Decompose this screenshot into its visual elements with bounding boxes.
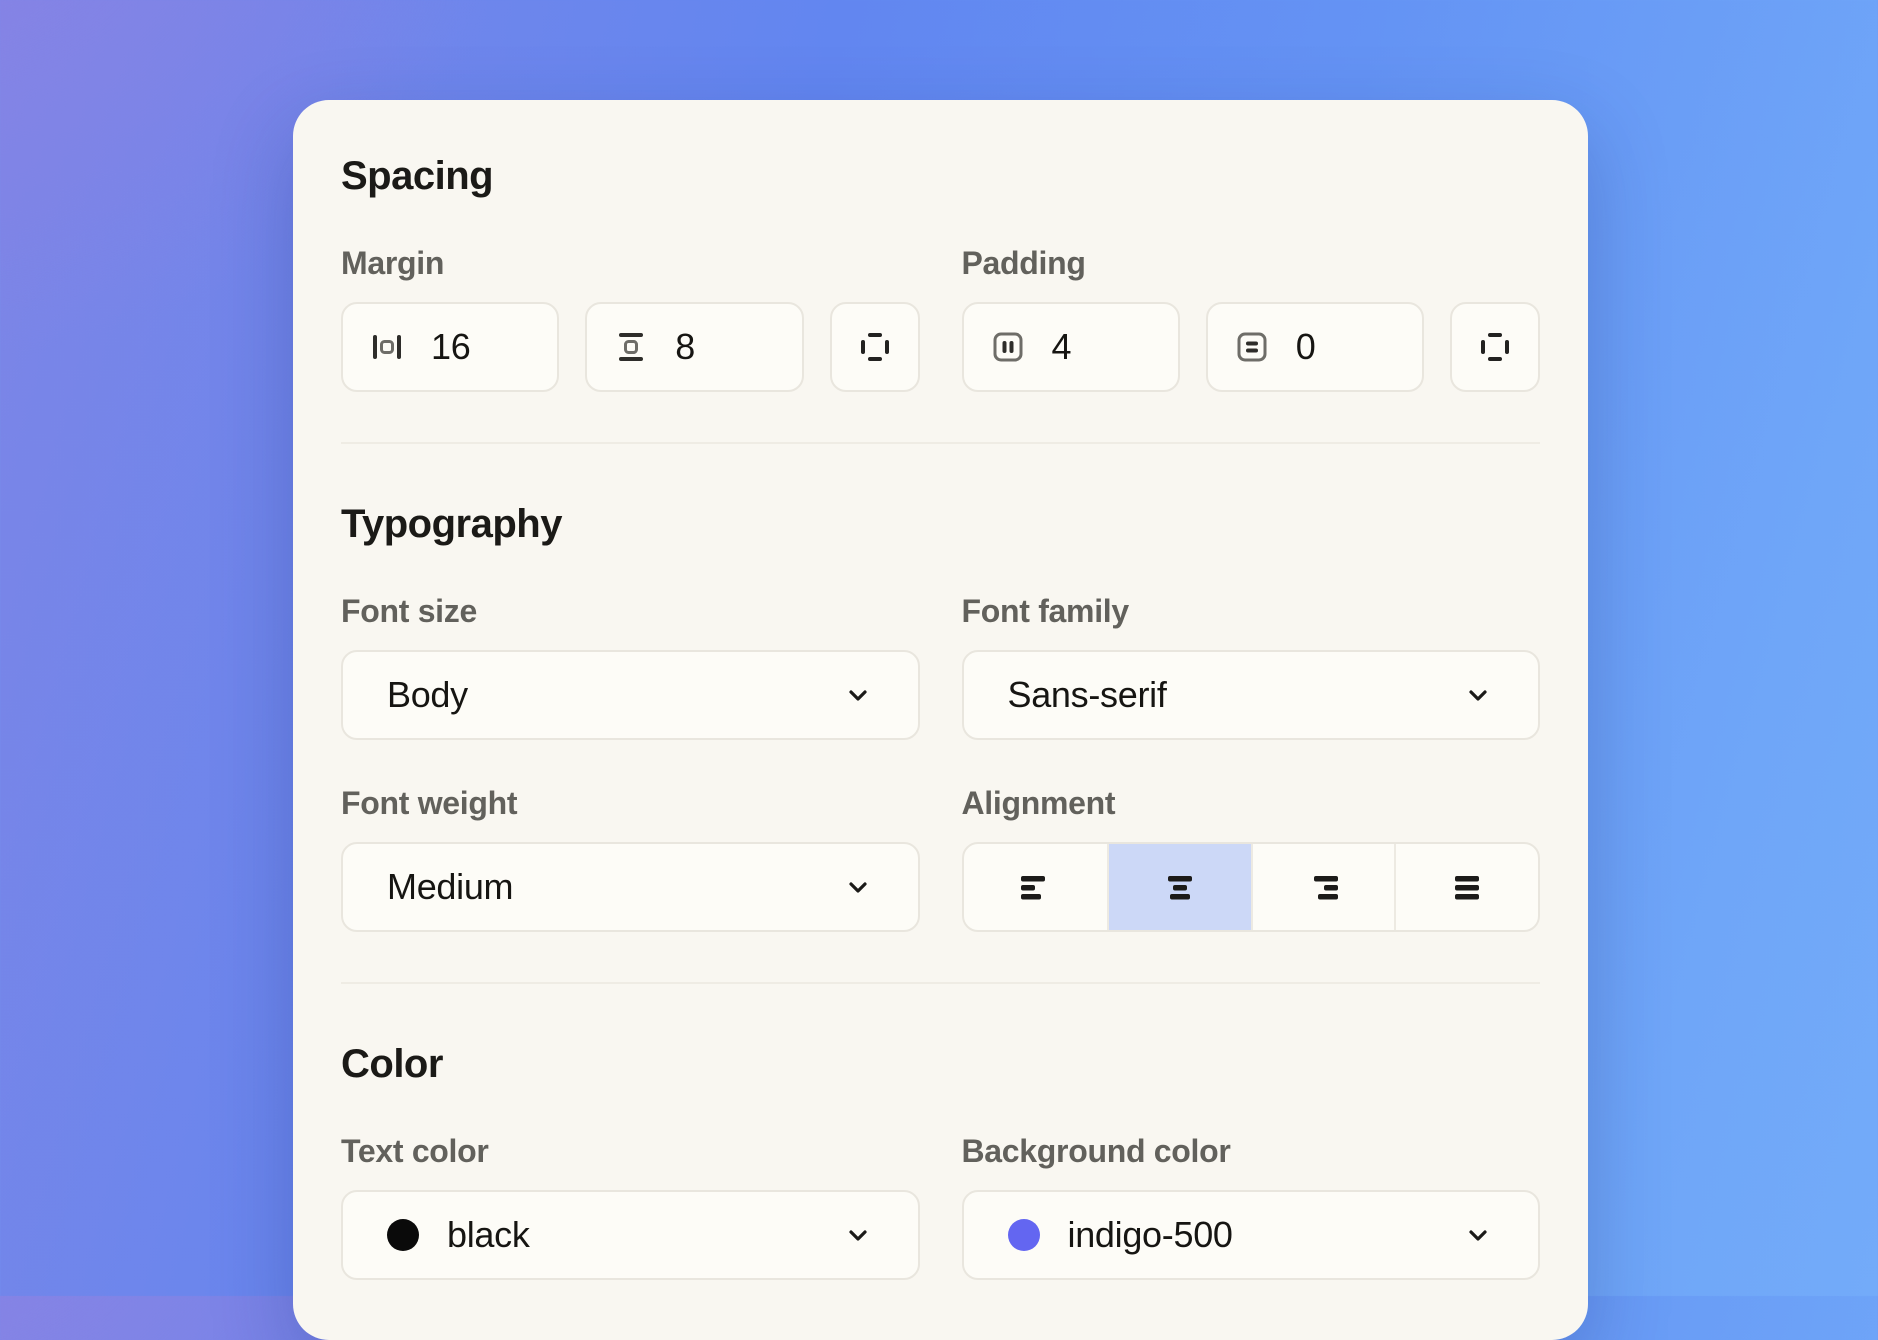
chevron-down-icon xyxy=(1462,679,1494,711)
text-color-field: Text color black xyxy=(341,1088,920,1280)
padding-vertical-icon xyxy=(1232,327,1272,367)
margin-vertical-icon xyxy=(611,327,651,367)
color-section: Color Text color black Backg xyxy=(341,1040,1540,1280)
alignment-field: Alignment xyxy=(962,740,1541,932)
align-right-button[interactable] xyxy=(1251,844,1395,930)
margin-vertical-input[interactable]: 8 xyxy=(585,302,803,392)
align-center-icon xyxy=(1160,867,1200,907)
padding-horizontal-icon xyxy=(988,327,1028,367)
margin-individual-sides-button[interactable] xyxy=(830,302,920,392)
padding-horizontal-input[interactable]: 4 xyxy=(962,302,1180,392)
background-color-label: Background color xyxy=(962,1132,1541,1170)
text-color-swatch xyxy=(387,1219,419,1251)
alignment-label: Alignment xyxy=(962,784,1541,822)
text-color-value: black xyxy=(447,1214,530,1256)
text-color-dropdown[interactable]: black xyxy=(341,1190,920,1280)
margin-vertical-value: 8 xyxy=(675,326,695,368)
font-size-dropdown[interactable]: Body xyxy=(341,650,920,740)
background-color-field: Background color indigo-500 xyxy=(962,1088,1541,1280)
font-weight-value: Medium xyxy=(387,866,513,908)
chevron-down-icon xyxy=(842,871,874,903)
margin-label: Margin xyxy=(341,244,920,282)
background-color-value: indigo-500 xyxy=(1068,1214,1233,1256)
align-center-button[interactable] xyxy=(1107,844,1251,930)
margin-horizontal-input[interactable]: 16 xyxy=(341,302,559,392)
font-family-label: Font family xyxy=(962,592,1541,630)
font-weight-label: Font weight xyxy=(341,784,920,822)
section-divider xyxy=(341,982,1540,984)
style-settings-panel: Spacing Margin 16 xyxy=(293,100,1588,1340)
font-family-value: Sans-serif xyxy=(1008,674,1167,716)
background-color-swatch xyxy=(1008,1219,1040,1251)
typography-section: Typography Font size Body Font family Sa… xyxy=(341,500,1540,932)
typography-section-title: Typography xyxy=(341,500,1540,548)
padding-vertical-value: 0 xyxy=(1296,326,1316,368)
font-size-label: Font size xyxy=(341,592,920,630)
align-left-button[interactable] xyxy=(964,844,1108,930)
padding-individual-sides-icon xyxy=(1475,327,1515,367)
font-family-field: Font family Sans-serif xyxy=(962,548,1541,740)
font-weight-field: Font weight Medium xyxy=(341,740,920,932)
padding-horizontal-value: 4 xyxy=(1052,326,1072,368)
font-size-field: Font size Body xyxy=(341,548,920,740)
padding-vertical-input[interactable]: 0 xyxy=(1206,302,1424,392)
align-justify-icon xyxy=(1447,867,1487,907)
chevron-down-icon xyxy=(842,679,874,711)
chevron-down-icon xyxy=(842,1219,874,1251)
margin-field: Margin 16 xyxy=(341,200,920,392)
font-family-dropdown[interactable]: Sans-serif xyxy=(962,650,1541,740)
spacing-section-title: Spacing xyxy=(341,152,1540,200)
color-section-title: Color xyxy=(341,1040,1540,1088)
padding-individual-sides-button[interactable] xyxy=(1450,302,1540,392)
text-color-label: Text color xyxy=(341,1132,920,1170)
padding-label: Padding xyxy=(962,244,1541,282)
background-color-dropdown[interactable]: indigo-500 xyxy=(962,1190,1541,1280)
font-weight-dropdown[interactable]: Medium xyxy=(341,842,920,932)
align-left-icon xyxy=(1015,867,1055,907)
margin-individual-sides-icon xyxy=(855,327,895,367)
chevron-down-icon xyxy=(1462,1219,1494,1251)
align-right-icon xyxy=(1304,867,1344,907)
margin-horizontal-icon xyxy=(367,327,407,367)
spacing-section: Spacing Margin 16 xyxy=(341,152,1540,392)
alignment-segmented-control xyxy=(962,842,1541,932)
margin-horizontal-value: 16 xyxy=(431,326,470,368)
section-divider xyxy=(341,442,1540,444)
font-size-value: Body xyxy=(387,674,468,716)
align-justify-button[interactable] xyxy=(1394,844,1538,930)
padding-field: Padding 4 xyxy=(962,200,1541,392)
